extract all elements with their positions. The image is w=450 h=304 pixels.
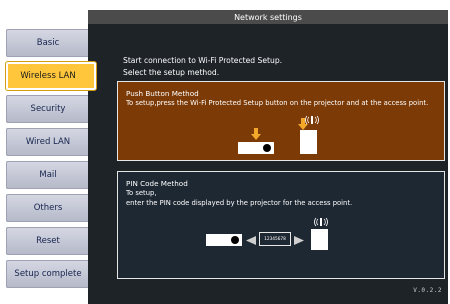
wifi-signal-icon <box>305 115 319 125</box>
projector-icon <box>206 234 242 246</box>
sidebar-item-mail[interactable]: Mail <box>6 161 96 189</box>
sidebar-item-label: Basic <box>36 38 60 48</box>
pin-code-line-2: enter the PIN code displayed by the proj… <box>126 198 353 207</box>
push-button-method-option[interactable]: Push Button Method To setup,press the Wi… <box>117 81 445 161</box>
access-point-icon <box>311 229 328 250</box>
sidebar-item-security[interactable]: Security <box>6 95 96 123</box>
sidebar-item-reset[interactable]: Reset <box>6 227 96 255</box>
pin-code-method-description: To setup, enter the PIN code displayed b… <box>126 189 442 208</box>
pin-code-method-title: PIN Code Method <box>126 179 188 188</box>
arrow-right-icon <box>294 236 304 245</box>
sidebar-item-label: Wireless LAN <box>20 71 76 81</box>
pin-code-display: 12345678 <box>259 232 291 246</box>
sidebar-item-label: Wired LAN <box>25 137 71 147</box>
projector-icon <box>238 142 274 154</box>
arrow-left-icon <box>246 236 256 245</box>
window-title: Network settings <box>234 12 302 22</box>
sidebar-item-label: Others <box>33 203 63 213</box>
sidebar-item-label: Reset <box>36 236 60 246</box>
version-label: V.0.2.2 <box>413 287 442 294</box>
sidebar-item-label: Setup complete <box>14 269 82 279</box>
sidebar-item-basic[interactable]: Basic <box>6 29 96 57</box>
sidebar-item-others[interactable]: Others <box>6 194 96 222</box>
sidebar-item-setup-complete[interactable]: Setup complete <box>6 260 96 288</box>
instruction-line-1: Start connection to Wi-Fi Protected Setu… <box>123 56 283 65</box>
instructions: Start connection to Wi-Fi Protected Setu… <box>123 55 423 79</box>
window-title-bar: Network settings <box>88 10 448 24</box>
push-button-method-description: To setup,press the Wi-Fi Protected Setup… <box>126 99 429 107</box>
arrow-down-icon <box>251 128 261 140</box>
access-point-icon <box>300 130 317 154</box>
wifi-signal-icon <box>314 217 328 227</box>
push-button-method-title: Push Button Method <box>126 89 199 98</box>
pin-code-value: 12345678 <box>264 236 286 242</box>
pin-code-line-1: To setup, <box>126 189 157 197</box>
instruction-line-2: Select the setup method. <box>123 68 220 77</box>
sidebar-item-label: Security <box>30 104 66 114</box>
sidebar-item-label: Mail <box>39 170 57 180</box>
pin-code-method-option[interactable]: PIN Code Method To setup, enter the PIN … <box>117 171 445 279</box>
sidebar-item-wireless-lan[interactable]: Wireless LAN <box>6 62 96 90</box>
sidebar-item-wired-lan[interactable]: Wired LAN <box>6 128 96 156</box>
main-panel: Start connection to Wi-Fi Protected Setu… <box>88 24 448 304</box>
